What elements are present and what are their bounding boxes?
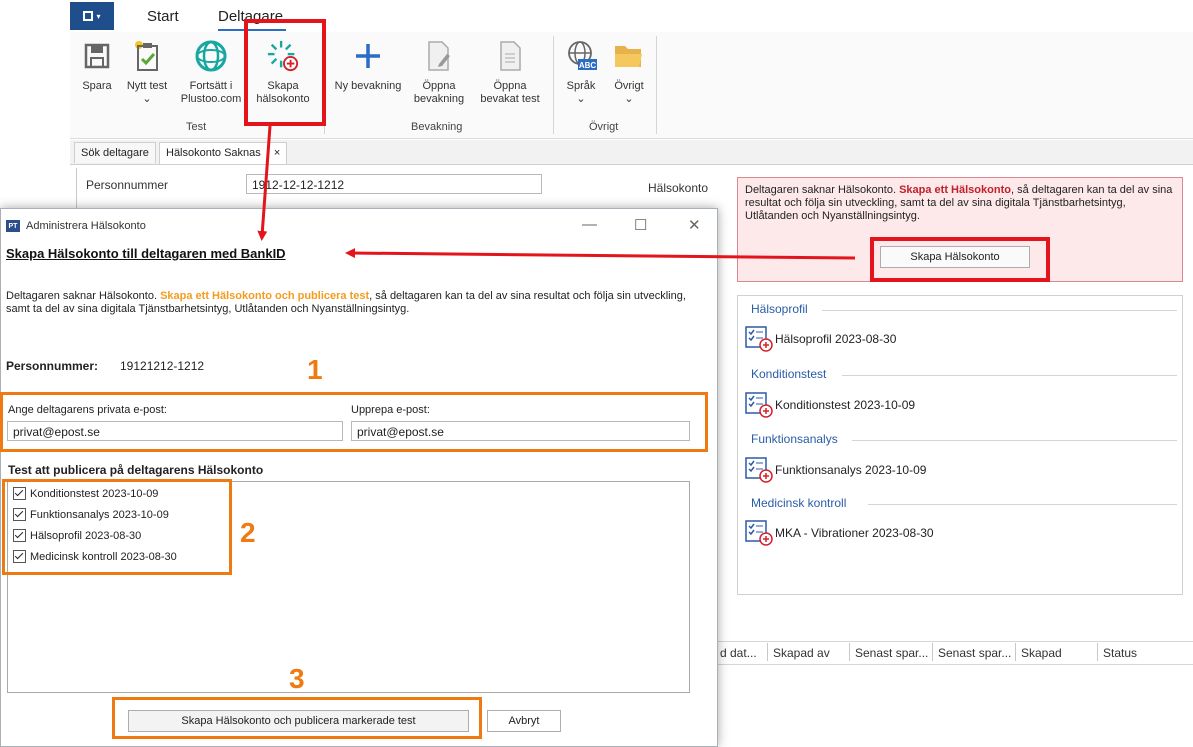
annotation-arrow-down bbox=[257, 125, 272, 241]
annotation-arrow-left bbox=[345, 248, 856, 260]
annotation-arrows bbox=[257, 125, 856, 260]
